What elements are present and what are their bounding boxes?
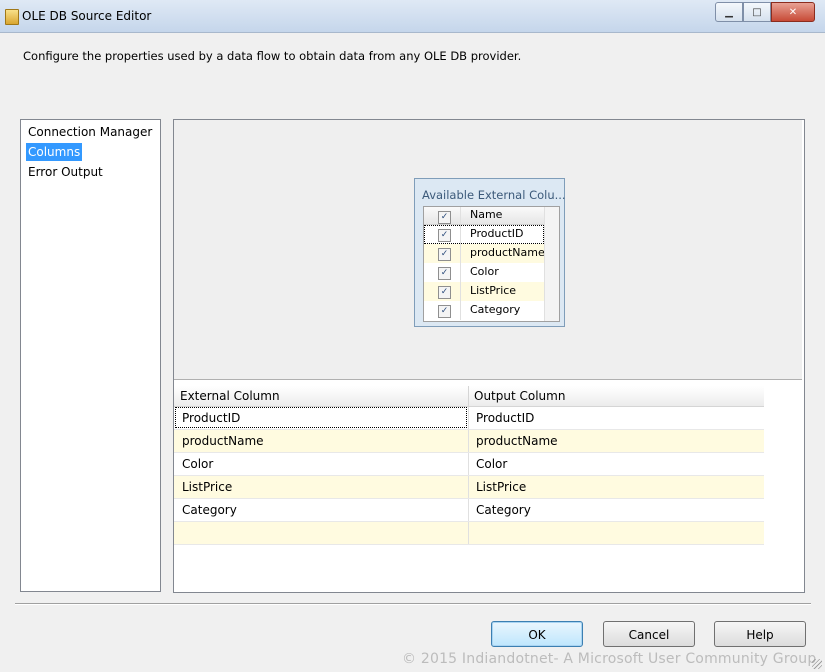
columns-scrollbar[interactable] (544, 207, 559, 321)
name-column-header: Name (470, 208, 503, 221)
minimize-button[interactable]: ▁ (715, 2, 743, 22)
output-column-cell[interactable]: productName (476, 434, 558, 448)
column-name: ProductID (470, 227, 524, 240)
output-column-header[interactable]: Output Column (474, 389, 565, 403)
available-column-row[interactable]: ✓ ProductID (424, 225, 544, 244)
column-checkbox[interactable]: ✓ (438, 267, 451, 280)
available-columns-list: ✓ Name ✓ ProductID ✓ productName ✓ Color… (423, 206, 560, 322)
table-row[interactable]: ListPrice ListPrice (174, 476, 764, 499)
external-column-cell[interactable]: ProductID (182, 411, 240, 425)
nav-item-error-output[interactable]: Error Output (26, 163, 105, 181)
table-row[interactable]: Category Category (174, 499, 764, 522)
output-column-cell[interactable]: ListPrice (476, 480, 526, 494)
external-column-cell[interactable]: Color (182, 457, 213, 471)
window-controls: ▁ □ ✕ (715, 2, 815, 22)
table-row[interactable]: Color Color (174, 453, 764, 476)
nav-item-connection-manager[interactable]: Connection Manager (26, 123, 154, 141)
column-diagram-area: Available External Colu... ✓ Name ✓ Prod… (174, 120, 802, 380)
column-name: ListPrice (470, 284, 517, 297)
column-name: Color (470, 265, 499, 278)
available-column-row[interactable]: ✓ ListPrice (424, 282, 544, 301)
cancel-button[interactable]: Cancel (603, 621, 695, 647)
output-column-cell[interactable]: ProductID (476, 411, 534, 425)
output-column-cell[interactable]: Color (476, 457, 507, 471)
available-column-row[interactable]: ✓ productName (424, 244, 545, 263)
title-bar: OLE DB Source Editor ▁ □ ✕ (0, 0, 825, 33)
available-column-row[interactable]: ✓ Color (424, 263, 544, 282)
available-column-row[interactable]: ✓ Category (424, 301, 544, 320)
column-name: productName (470, 246, 545, 259)
external-column-cell[interactable]: ListPrice (182, 480, 232, 494)
grid-header: External Column Output Column (174, 386, 764, 407)
column-checkbox[interactable]: ✓ (438, 248, 451, 261)
output-column-cell[interactable]: Category (476, 503, 531, 517)
footer-divider (15, 603, 811, 605)
close-button[interactable]: ✕ (771, 2, 815, 22)
table-row[interactable]: productName productName (174, 430, 764, 453)
available-columns-header: ✓ Name (424, 207, 544, 225)
column-name: Category (470, 303, 521, 316)
external-column-header[interactable]: External Column (180, 389, 280, 403)
columns-content-panel: Available External Colu... ✓ Name ✓ Prod… (173, 119, 805, 593)
ok-button[interactable]: OK (491, 621, 583, 647)
maximize-button[interactable]: □ (743, 2, 771, 22)
table-row[interactable]: ProductID ProductID (174, 407, 764, 430)
nav-panel: Connection Manager Columns Error Output (20, 119, 161, 592)
external-column-cell[interactable]: productName (182, 434, 264, 448)
column-checkbox[interactable]: ✓ (438, 305, 451, 318)
select-all-checkbox[interactable]: ✓ (438, 211, 451, 224)
column-checkbox[interactable]: ✓ (438, 229, 451, 242)
available-columns-box: Available External Colu... ✓ Name ✓ Prod… (414, 178, 566, 327)
nav-item-columns[interactable]: Columns (26, 143, 83, 161)
editor-description: Configure the properties used by a data … (23, 49, 522, 63)
external-column-cell[interactable]: Category (182, 503, 237, 517)
app-icon (5, 9, 19, 25)
resize-grip-icon[interactable] (812, 659, 822, 669)
window-title: OLE DB Source Editor (22, 9, 152, 23)
table-row-new[interactable] (174, 522, 764, 545)
copyright-watermark: © 2015 Indiandotnet- A Microsoft User Co… (402, 651, 817, 667)
column-checkbox[interactable]: ✓ (438, 286, 451, 299)
available-columns-title: Available External Colu... (422, 188, 566, 202)
help-button[interactable]: Help (714, 621, 806, 647)
